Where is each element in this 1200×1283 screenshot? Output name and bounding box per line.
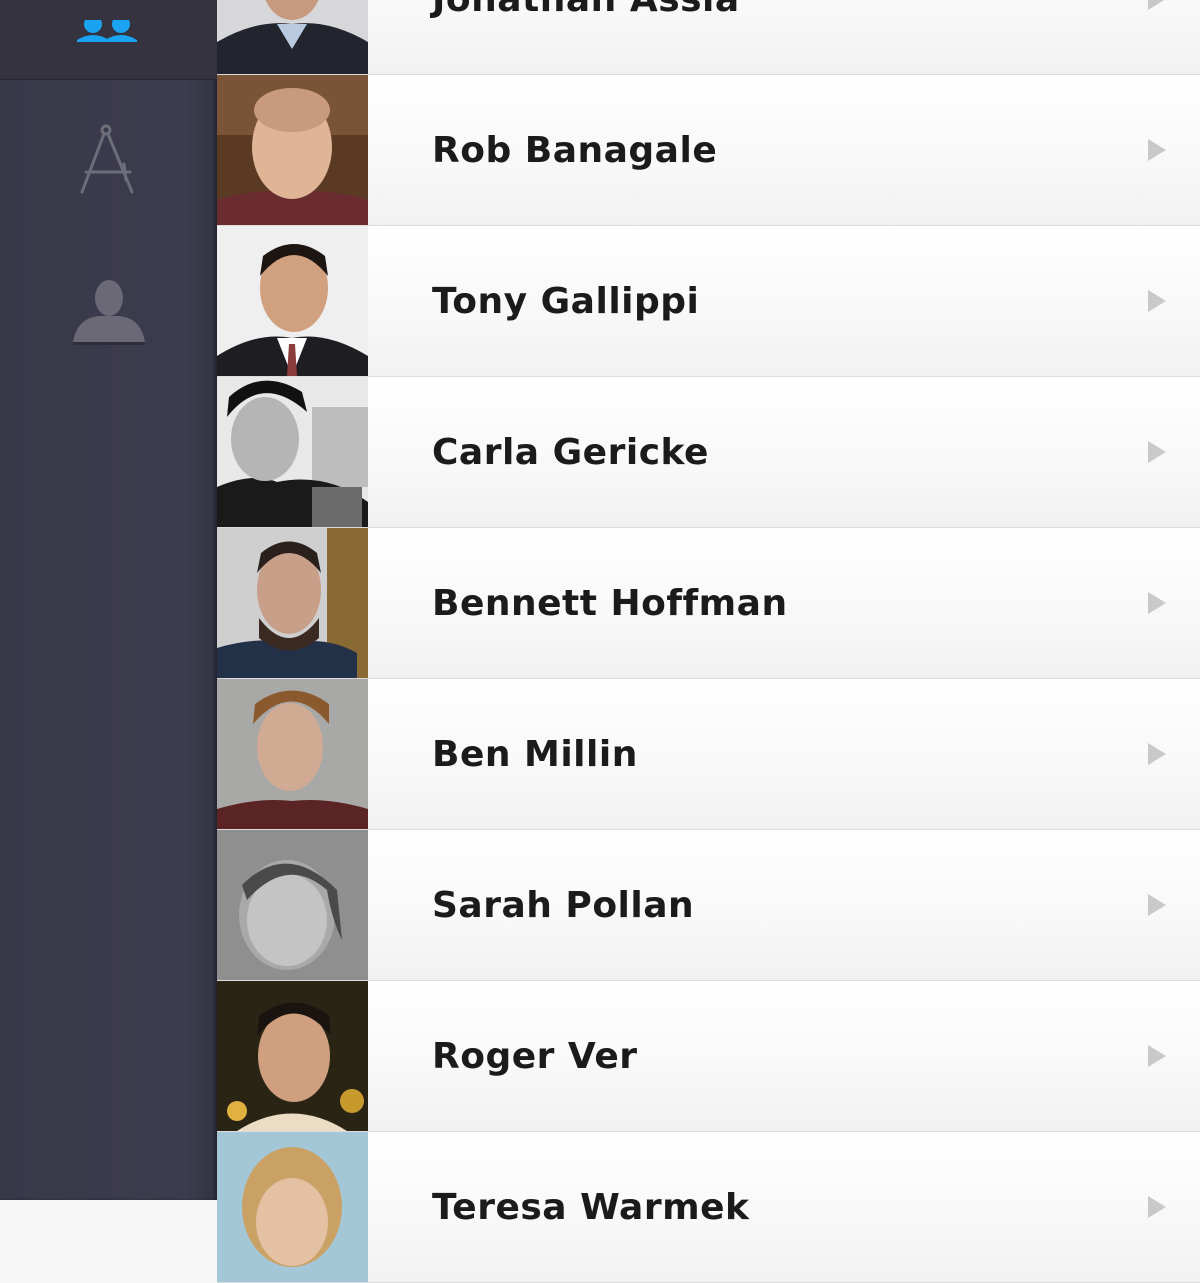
- chevron-right-icon: [1148, 743, 1166, 765]
- contact-row[interactable]: Ben Millin: [217, 679, 1200, 830]
- contact-row[interactable]: Sarah Pollan: [217, 830, 1200, 981]
- contact-list: Jonathan Assia Rob Banagale: [217, 0, 1200, 1283]
- contact-name: Rob Banagale: [432, 129, 718, 171]
- contact-name: Ben Millin: [432, 733, 638, 775]
- contact-row[interactable]: Rob Banagale: [217, 75, 1200, 226]
- contact-row[interactable]: Tony Gallippi: [217, 226, 1200, 377]
- chevron-right-icon: [1148, 441, 1166, 463]
- contact-name: Jonathan Assia: [432, 0, 740, 20]
- contact-row[interactable]: Jonathan Assia: [217, 0, 1200, 75]
- avatar: [217, 830, 368, 980]
- chevron-right-icon: [1148, 1196, 1166, 1218]
- chevron-right-icon: [1148, 894, 1166, 916]
- sidebar-item-contacts[interactable]: [0, 0, 217, 80]
- avatar: [217, 377, 368, 527]
- contact-name: Carla Gericke: [432, 431, 709, 473]
- avatar: [217, 1132, 368, 1282]
- contact-row[interactable]: Carla Gericke: [217, 377, 1200, 528]
- avatar: [217, 75, 368, 225]
- avatar: [217, 528, 368, 678]
- contact-row[interactable]: Teresa Warmek: [217, 1132, 1200, 1283]
- contact-name: Teresa Warmek: [432, 1186, 750, 1228]
- avatar: [217, 981, 368, 1131]
- chevron-right-icon: [1148, 0, 1165, 10]
- contact-row[interactable]: Bennett Hoffman: [217, 528, 1200, 679]
- contact-row[interactable]: Roger Ver: [217, 981, 1200, 1132]
- contact-name: Tony Gallippi: [432, 280, 700, 322]
- sidebar: [0, 0, 217, 1200]
- contact-name: Roger Ver: [432, 1035, 638, 1077]
- chevron-right-icon: [1148, 1045, 1166, 1067]
- chevron-right-icon: [1148, 290, 1166, 312]
- sidebar-item-profile[interactable]: [0, 268, 217, 358]
- contact-name: Sarah Pollan: [432, 884, 695, 926]
- chevron-right-icon: [1148, 592, 1166, 614]
- avatar: [217, 226, 368, 376]
- person-icon: [72, 280, 145, 345]
- chevron-right-icon: [1148, 139, 1166, 161]
- avatar: [217, 0, 368, 74]
- avatar: [217, 679, 368, 829]
- compass-drafting-icon: [80, 124, 133, 194]
- people-icon: [76, 20, 137, 42]
- contact-name: Bennett Hoffman: [432, 582, 788, 624]
- sidebar-item-tools[interactable]: [0, 115, 217, 205]
